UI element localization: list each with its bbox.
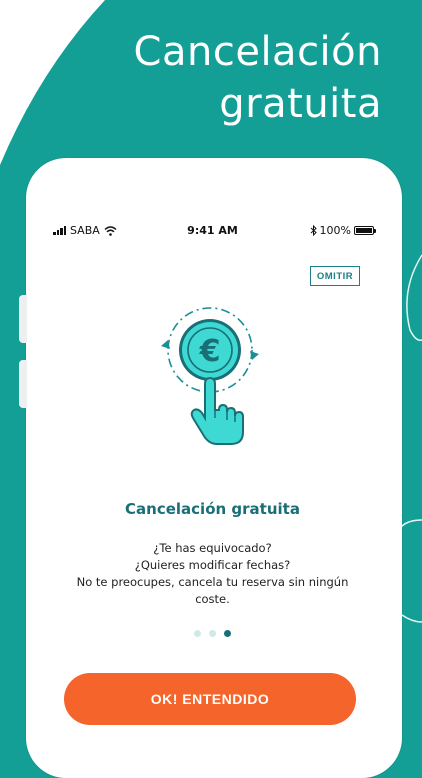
pagination-dots <box>45 630 380 637</box>
pagination-dot[interactable] <box>209 630 216 637</box>
skip-button[interactable]: OMITIR <box>310 266 360 286</box>
status-bar: SABA 9:41 AM 100% <box>45 220 380 242</box>
description-line: No te preocupes, cancela tu reserva sin … <box>76 575 349 589</box>
bluetooth-icon <box>310 225 317 236</box>
battery-icon <box>354 226 376 235</box>
phone-side-button-2 <box>19 360 27 408</box>
hand-pointer-icon <box>190 376 244 445</box>
slide-title: Cancelación gratuita <box>125 500 300 518</box>
headline: Cancelación gratuita <box>134 26 382 130</box>
free-cancellation-illustration: € <box>161 307 259 445</box>
euro-coin-icon: € <box>179 319 241 381</box>
headline-line-2: gratuita <box>219 81 382 127</box>
description-line: coste. <box>195 592 230 606</box>
pagination-dot[interactable] <box>194 630 201 637</box>
phone-side-button-1 <box>19 295 27 343</box>
svg-text:€: € <box>199 334 221 369</box>
description-line: ¿Te has equivocado? <box>153 541 272 555</box>
battery-percent: 100% <box>319 224 351 237</box>
description-line: ¿Quieres modificar fechas? <box>134 558 291 572</box>
headline-line-1: Cancelación <box>133 29 382 75</box>
ok-understood-button[interactable]: OK! ENTENDIDO <box>64 673 356 725</box>
slide-description: ¿Te has equivocado? ¿Quieres modificar f… <box>45 540 380 608</box>
pagination-dot-active[interactable] <box>224 630 231 637</box>
app-screen: SABA 9:41 AM 100% OMITIR € Cancelación g… <box>45 220 380 760</box>
